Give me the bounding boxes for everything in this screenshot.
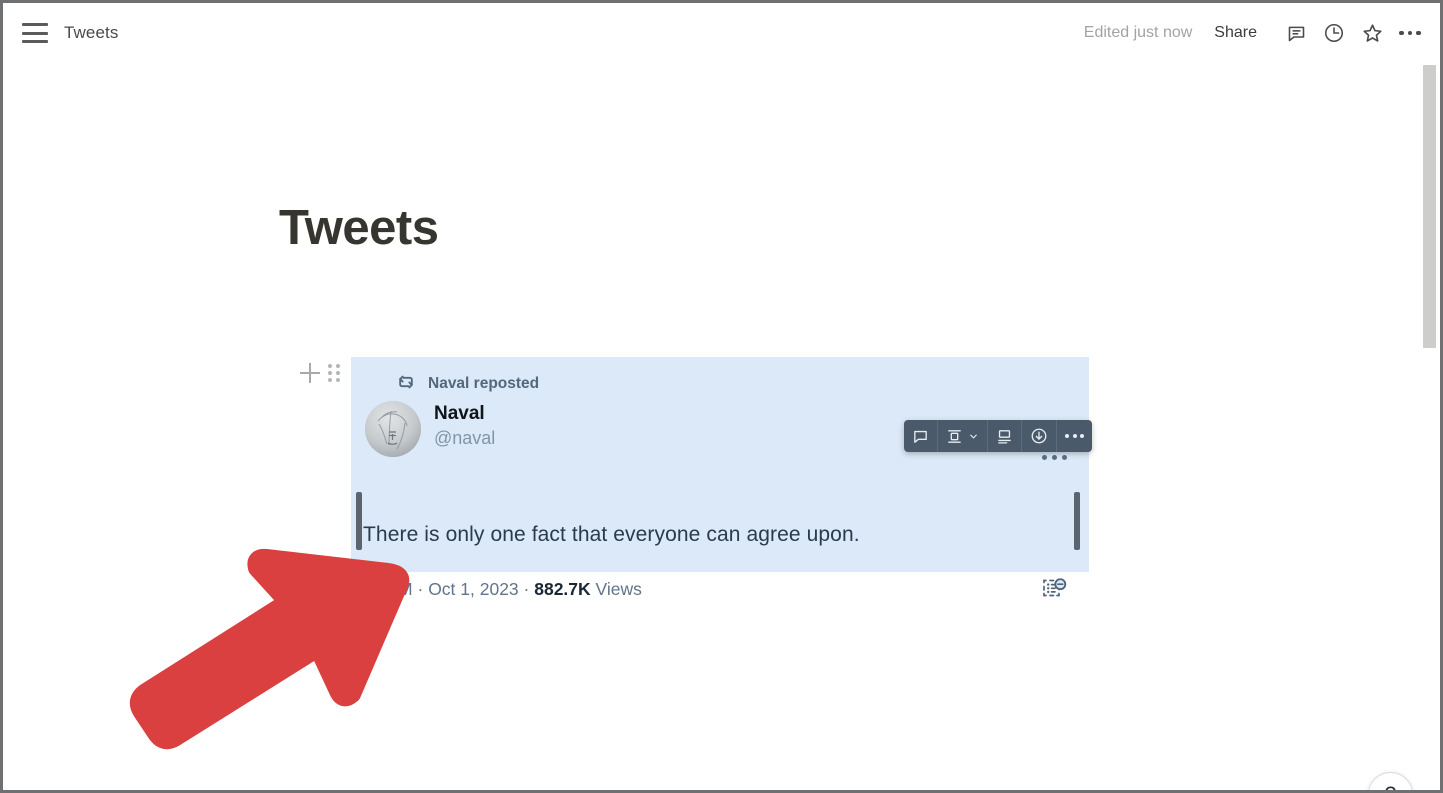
repost-icon	[396, 372, 416, 397]
star-icon[interactable]	[1353, 14, 1391, 52]
tweet-date: Oct 1, 2023	[428, 579, 519, 599]
download-icon[interactable]	[1022, 420, 1057, 452]
breadcrumb[interactable]: Tweets	[64, 23, 118, 43]
tweet-more-options-icon[interactable]	[1042, 455, 1067, 460]
embed-floating-toolbar[interactable]	[904, 420, 1092, 452]
avatar	[365, 401, 421, 457]
scrollbar-thumb[interactable]	[1423, 65, 1436, 348]
tweet-time: 25 AM	[363, 579, 413, 599]
embed-snippet-icon[interactable]	[1039, 575, 1069, 610]
chevron-down-icon	[970, 434, 977, 438]
app-window: Tweets Edited just now Share Tweets Nava…	[0, 0, 1443, 793]
page-content: Tweets Naval reposted Naval @naval There…	[6, 60, 1431, 790]
hamburger-menu-icon[interactable]	[22, 23, 48, 43]
size-layout-icon[interactable]	[938, 420, 988, 452]
caption-icon[interactable]	[988, 420, 1022, 452]
tweet-views-count: 882.7K	[534, 579, 591, 599]
tweet-metadata: 25 AM · Oct 1, 2023 · 882.7K Views	[363, 579, 642, 600]
block-controls	[300, 363, 340, 383]
annotation-arrow	[116, 540, 416, 765]
repost-label: Naval reposted	[428, 375, 540, 392]
top-bar-actions: Edited just now Share	[1084, 14, 1429, 52]
author-names: Naval @naval	[434, 402, 495, 450]
top-bar: Tweets Edited just now Share	[6, 6, 1440, 60]
selection-handle-right[interactable]	[1074, 492, 1080, 550]
more-options-icon[interactable]	[1391, 14, 1429, 52]
repost-row: Naval reposted	[396, 373, 1089, 395]
edited-status: Edited just now	[1083, 24, 1193, 41]
tweet-embed-card[interactable]: Naval reposted Naval @naval There is onl…	[351, 357, 1089, 599]
comment-icon[interactable]	[1277, 14, 1315, 52]
share-button[interactable]: Share	[1214, 24, 1257, 42]
add-block-icon[interactable]	[300, 363, 320, 383]
meta-separator-2: ·	[518, 579, 535, 599]
more-options-icon[interactable]	[1057, 420, 1092, 452]
drag-handle-icon[interactable]	[328, 364, 340, 382]
selection-handle-left[interactable]	[356, 492, 362, 550]
comment-icon[interactable]	[904, 420, 938, 452]
history-clock-icon[interactable]	[1315, 14, 1353, 52]
help-button[interactable]: ?	[1368, 772, 1413, 790]
meta-separator-1: ·	[412, 579, 429, 599]
tweet-text: There is only one fact that everyone can…	[363, 523, 860, 546]
author-display-name: Naval	[434, 403, 485, 424]
author-handle: @naval	[434, 427, 496, 448]
page-title: Tweets	[279, 201, 439, 255]
tweet-views-label: Views	[590, 579, 642, 599]
